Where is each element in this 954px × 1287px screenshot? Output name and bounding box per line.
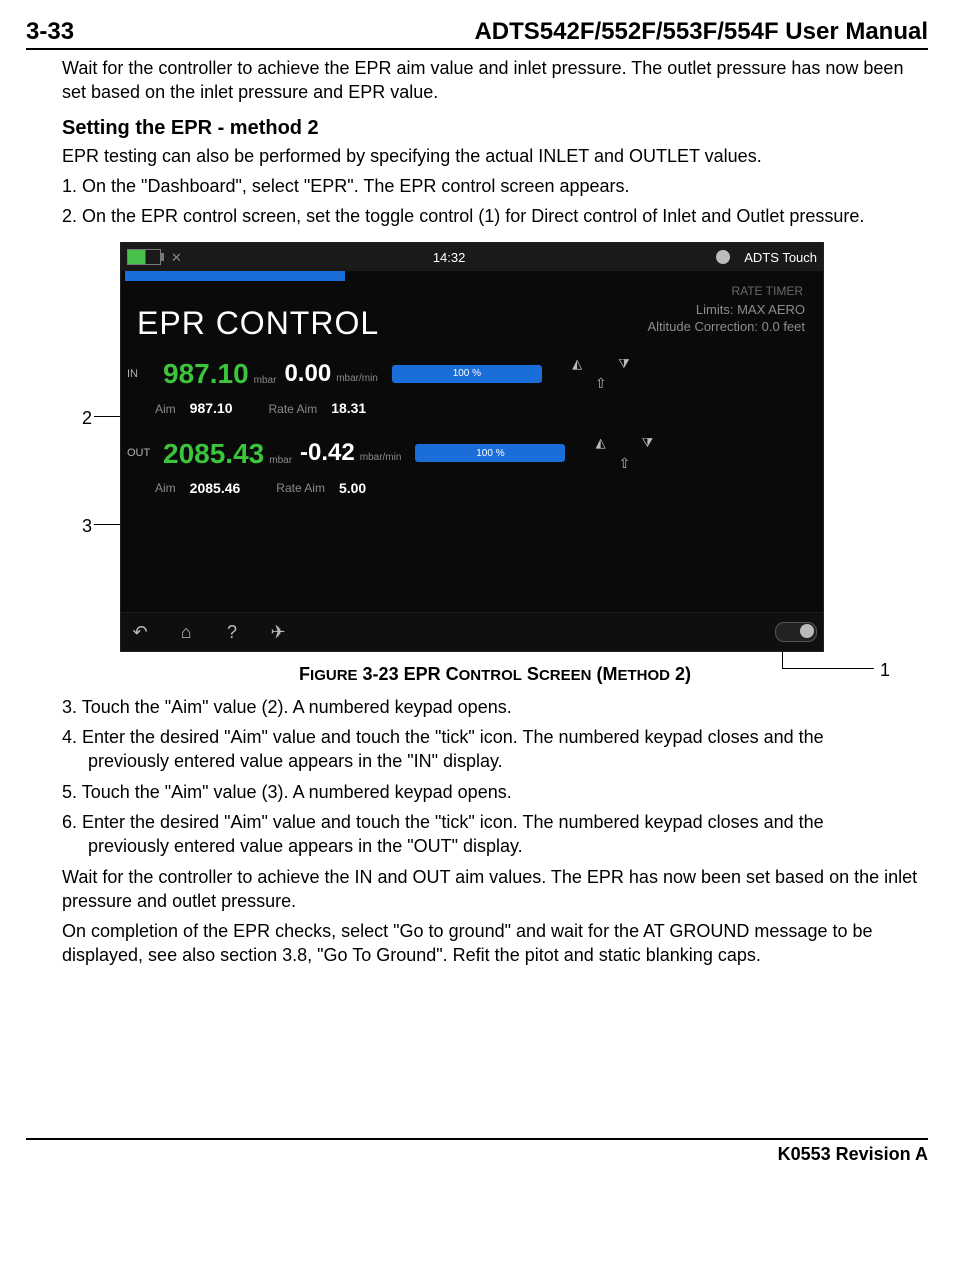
footer-rule [26,1138,928,1140]
out-progress-bar: 100 % [415,444,565,462]
callout-2: 2 [82,406,92,430]
direct-control-toggle[interactable] [775,622,817,642]
out-label: OUT [127,446,155,461]
manual-title: ADTS542F/552F/553F/554F User Manual [474,18,928,46]
step-6a: 6. Enter the desired "Aim" value and tou… [62,810,928,834]
out-aim-row: Aim 2085.46 Rate Aim 5.00 [127,473,817,514]
out-value[interactable]: 2085.43 [163,438,264,469]
out-tri-left-icon: ◭ [596,434,606,452]
footer-revision: K0553 Revision A [26,1144,928,1165]
out-aim-value[interactable]: 2085.46 [190,479,241,498]
in-tri-right-icon: ⧩ [618,355,630,373]
in-unit: mbar [254,375,277,386]
brand-label: ADTS Touch [744,249,817,267]
screen-title: EPR CONTROL [129,302,387,351]
step-4a: 4. Enter the desired "Aim" value and tou… [62,725,928,749]
section-heading: Setting the EPR - method 2 [62,115,928,142]
completion-paragraph: On completion of the EPR checks, select … [62,919,928,968]
back-icon[interactable]: ↶ [127,619,153,645]
page-number: 3-33 [26,18,74,46]
help-icon[interactable]: ? [219,619,245,645]
in-up-arrow-icon: ⇧ [595,374,607,393]
in-rate[interactable]: 0.00 [284,360,331,387]
limits-line1: Limits: MAX AERO [647,302,805,319]
bottom-toolbar: ↶ ⌂ ? ✈ [121,612,823,651]
rate-timer-label[interactable]: RATE TIMER [731,283,815,299]
in-tri-left-icon: ◭ [572,355,582,373]
step-6b: previously entered value appears in the … [62,834,928,858]
out-aim-label: Aim [155,480,176,496]
callout-3: 3 [82,514,92,538]
step-5: 5. Touch the "Aim" value (3). A numbered… [62,780,928,804]
callout-1: 1 [880,658,890,682]
out-rate[interactable]: -0.42 [300,439,355,466]
in-rateaim-value[interactable]: 18.31 [331,399,366,418]
progress-stripe [125,271,345,281]
epr-control-screenshot: ✕ 14:32 ADTS Touch RATE TIMER EPR CONTRO… [120,242,824,652]
out-unit: mbar [269,455,292,466]
in-rateaim-label: Rate Aim [269,401,318,417]
in-aim-row: Aim 987.10 Rate Aim 18.31 [127,393,817,434]
in-rate-unit: mbar/min [336,373,378,384]
clock: 14:32 [433,249,466,267]
out-rateaim-label: Rate Aim [276,480,325,496]
home-icon[interactable]: ⌂ [173,619,199,645]
out-tri-right-icon: ⧩ [642,434,654,452]
battery-icon [127,249,161,265]
titlebar: ✕ 14:32 ADTS Touch [121,243,823,271]
in-aim-value[interactable]: 987.10 [190,399,233,418]
header-rule [26,48,928,50]
out-row: OUT 2085.43 mbar -0.42 mbar/min 100 % ◭ ⧩ [127,434,817,472]
in-value[interactable]: 987.10 [163,358,249,389]
step-3: 3. Touch the "Aim" value (2). A numbered… [62,695,928,719]
plane-icon[interactable]: ✈ [265,619,291,645]
in-row: IN 987.10 mbar 0.00 mbar/min 100 % ◭ ⧩ ⇧ [127,355,817,393]
figure-caption: FIGURE 3-23 EPR CONTROL SCREEN (METHOD 2… [62,662,928,686]
out-rate-unit: mbar/min [360,452,402,463]
intro-paragraph: Wait for the controller to achieve the E… [62,56,928,105]
in-aim-label: Aim [155,401,176,417]
wait-paragraph: Wait for the controller to achieve the I… [62,865,928,914]
limits-line2: Altitude Correction: 0.0 feet [647,319,805,336]
ge-logo-icon [716,250,730,264]
step-1: 1. On the "Dashboard", select "EPR". The… [62,174,928,198]
out-up-arrow-icon: ⇧ [619,454,631,473]
step-2: 2. On the EPR control screen, set the to… [62,204,928,228]
figure-container: 2 3 1 ✕ 14:32 ADTS Touch [62,242,928,652]
callout-1-line-h [782,668,874,669]
in-progress-bar: 100 % [392,365,542,383]
step-4b: previously entered value appears in the … [62,749,928,773]
out-rateaim-value[interactable]: 5.00 [339,479,366,498]
in-label: IN [127,367,155,382]
section-subtext: EPR testing can also be performed by spe… [62,144,928,168]
